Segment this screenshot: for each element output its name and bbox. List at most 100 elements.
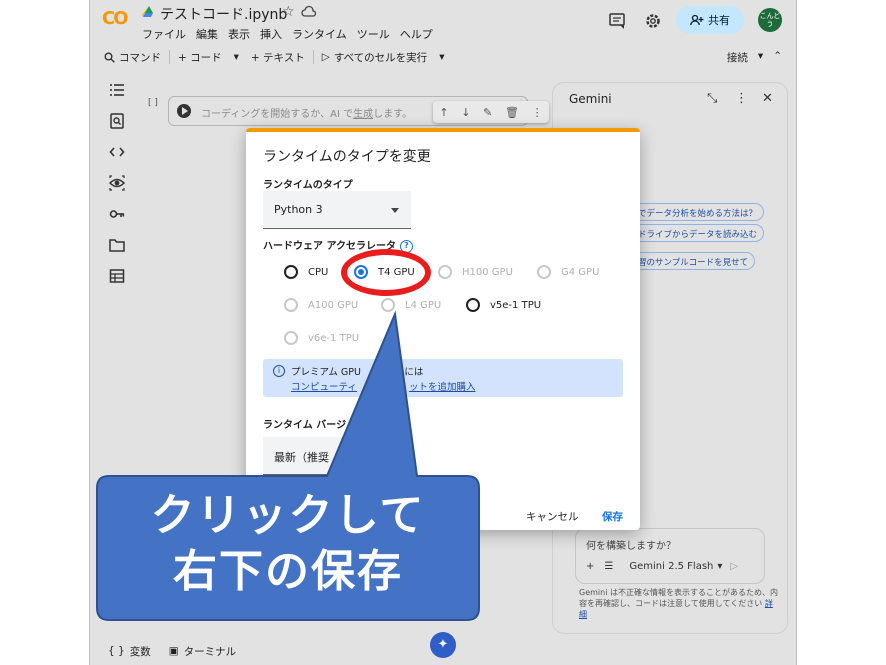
delete-trash-icon[interactable]: 🗑 [505, 106, 519, 119]
generate-link[interactable]: 生成 [353, 109, 373, 120]
add-code-button[interactable]: + コード [172, 50, 228, 65]
option-cpu[interactable]: CPU [284, 265, 328, 279]
suggestion-chip[interactable]: 習のサンプルコードを見せて [631, 252, 756, 270]
user-avatar[interactable]: こんどう [758, 8, 782, 32]
gemini-title: Gemini [569, 92, 612, 106]
cell-placeholder-tail: します。 [373, 109, 413, 120]
folder-icon[interactable] [109, 237, 125, 253]
option-label: CPU [308, 266, 329, 278]
gemini-prompt-placeholder: 何を構築しますか？ [586, 541, 676, 552]
variable-inspector-icon[interactable] [109, 175, 125, 191]
send-icon[interactable]: ▷ [730, 561, 738, 572]
search-icon [104, 52, 115, 63]
suggestion-chip[interactable]: でデータ分析を始める方法は？ [631, 203, 765, 221]
runtime-type-value: Python 3 [274, 203, 323, 216]
notebook-toolbar: コマンド + コード ▾ + テキスト ▷ すべてのセルを実行 ▾ 接続 ▾ ⌃ [98, 44, 790, 70]
star-icon[interactable]: ☆ [282, 4, 295, 20]
cancel-button[interactable]: キャンセル [526, 509, 579, 524]
menu-view[interactable]: 表示 [228, 26, 250, 42]
command-label: コマンド [119, 51, 161, 64]
chevron-down-icon[interactable]: ▾ [717, 561, 722, 572]
add-text-button[interactable]: + テキスト [245, 50, 311, 65]
run-cell-icon[interactable] [177, 104, 191, 118]
more-vert-icon[interactable]: ⋮ [735, 91, 748, 106]
dialog-accent-bar [246, 128, 640, 132]
play-icon: ▷ [321, 51, 330, 63]
toolbar-divider [169, 50, 170, 64]
callout-line-2: 右下の保存 [173, 546, 403, 597]
option-h100-gpu: H100 GPU [438, 265, 513, 279]
option-g4-gpu: G4 GPU [537, 265, 599, 279]
add-code-dropdown[interactable]: ▾ [228, 51, 245, 63]
tune-icon[interactable]: ☰ [604, 561, 613, 572]
gemini-prompt-box[interactable]: 何を構築しますか？ + ☰ Gemini 2.5 Flash ▾ ▷ [575, 528, 765, 584]
command-palette-button[interactable]: コマンド [98, 50, 167, 65]
connect-dropdown-icon[interactable]: ▾ [758, 50, 763, 65]
table-of-contents-icon[interactable] [109, 82, 125, 98]
gemini-spark-icon[interactable]: ✦ [430, 632, 456, 658]
share-button[interactable]: 共有 [676, 6, 744, 34]
edit-pencil-icon[interactable]: ✎ [483, 106, 492, 119]
model-selector[interactable]: Gemini 2.5 Flash [629, 561, 713, 572]
cell-toolbar: ↑ ↓ ✎ 🗑 ⋮ [433, 101, 549, 123]
connect-button[interactable]: 接続 [727, 50, 748, 65]
collapse-arrows-icon[interactable]: ⤡ [707, 91, 717, 106]
find-replace-icon[interactable] [109, 113, 125, 129]
terminal-button[interactable]: ▣ ターミナル [169, 644, 236, 659]
disclaimer-text: Gemini は不正確な情報を表示することがあるため、内容を再確認し、コードは注… [579, 588, 778, 608]
left-sidebar [104, 82, 130, 299]
save-button[interactable]: 保存 [602, 509, 623, 524]
gemini-prompt-controls: + ☰ Gemini 2.5 Flash ▾ ▷ [586, 561, 758, 572]
chevron-down-icon: ▾ [439, 51, 445, 63]
callout-line-1: クリックして [150, 490, 426, 541]
more-vert-icon[interactable]: ⋮ [532, 106, 543, 119]
move-down-icon[interactable]: ↓ [461, 106, 470, 119]
cloud-saved-icon[interactable] [301, 5, 317, 19]
share-label: 共有 [708, 14, 730, 27]
header: CO テストコード.ipynb ☆ ファイル 編集 表示 挿入 ランタイム ツー… [90, 0, 796, 44]
colab-logo[interactable]: CO [102, 8, 128, 29]
run-all-button[interactable]: ▷ すべてのセルを実行 [316, 50, 433, 65]
runtime-type-select[interactable]: Python 3 [263, 191, 411, 229]
add-icon[interactable]: + [586, 561, 594, 572]
people-icon [690, 14, 704, 26]
callout-text: クリックして 右下の保存 [89, 476, 487, 622]
add-text-label: + テキスト [250, 51, 305, 64]
menu-runtime[interactable]: ランタイム [292, 26, 347, 42]
cell-placeholder: コーディングを開始するか、AI で生成します。 [201, 105, 412, 120]
chevron-down-icon: ▾ [233, 51, 239, 63]
menu-bar: ファイル 編集 表示 挿入 ランタイム ツール ヘルプ [142, 26, 433, 42]
variables-button[interactable]: { } 変数 [108, 644, 151, 659]
menu-tools[interactable]: ツール [357, 26, 390, 42]
code-cell[interactable]: コーディングを開始するか、AI で生成します。 ↑ ↓ ✎ 🗑 ⋮ [168, 96, 549, 126]
radio-button-disabled [438, 265, 452, 279]
move-up-icon[interactable]: ↑ [439, 106, 448, 119]
menu-file[interactable]: ファイル [142, 26, 186, 42]
close-icon[interactable]: ✕ [762, 91, 773, 106]
menu-edit[interactable]: 編集 [196, 26, 218, 42]
runtime-type-label: ランタイムのタイプ [263, 180, 353, 191]
variables-label: 変数 [129, 645, 151, 658]
menu-help[interactable]: ヘルプ [400, 26, 433, 42]
settings-gear-icon[interactable] [644, 12, 662, 30]
run-all-dropdown[interactable]: ▾ [433, 51, 450, 63]
drive-icon [142, 6, 153, 17]
radio-button[interactable] [284, 265, 298, 279]
option-label: G4 GPU [561, 266, 600, 278]
data-table-icon[interactable] [109, 268, 125, 284]
comment-icon[interactable] [608, 12, 626, 30]
collapse-header-icon[interactable]: ⌃ [773, 50, 782, 65]
dropdown-caret-icon [391, 208, 399, 213]
connect-group: 接続 ▾ ⌃ [727, 50, 782, 65]
option-label: v5e-1 TPU [490, 299, 542, 311]
cell-execution-count: [ ] [148, 98, 158, 108]
secrets-key-icon[interactable] [109, 206, 125, 222]
braces-icon: { } [108, 645, 125, 657]
suggestion-chip[interactable]: ドライブからデータを読み込む [631, 224, 765, 242]
notebook-title[interactable]: テストコード.ipynb [160, 4, 287, 24]
menu-insert[interactable]: 挿入 [260, 26, 282, 42]
terminal-label: ターミナル [183, 645, 237, 658]
screenshot-stage: CO テストコード.ipynb ☆ ファイル 編集 表示 挿入 ランタイム ツー… [0, 0, 886, 665]
code-snippets-icon[interactable] [109, 144, 125, 160]
add-code-label: + コード [178, 51, 222, 64]
